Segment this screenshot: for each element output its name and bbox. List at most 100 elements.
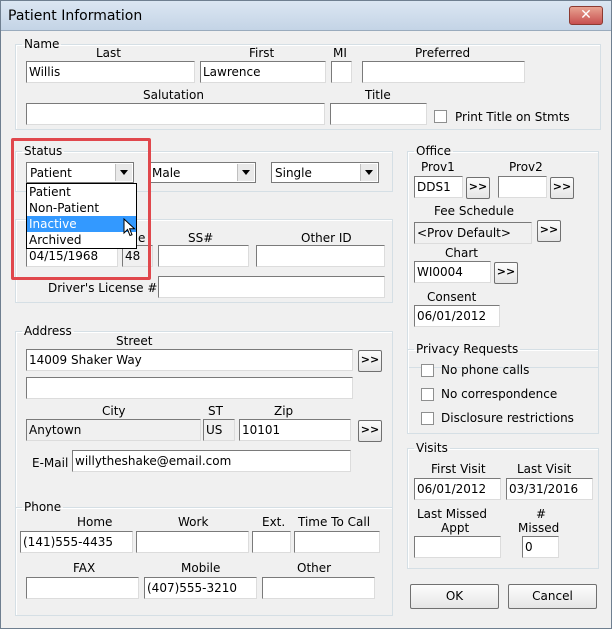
last-name-input[interactable]: Willis [26, 61, 195, 83]
drivers-license-label: Driver's License # [48, 281, 158, 295]
street-more-button[interactable]: >> [358, 350, 382, 372]
last-missed-label: Last Missed [417, 507, 488, 521]
city-label: City [102, 404, 126, 418]
chevron-down-icon[interactable] [237, 164, 254, 181]
consent-label: Consent [427, 290, 477, 304]
consent-input[interactable]: 06/01/2012 [414, 305, 500, 327]
street-line-1-input[interactable]: 14009 Shaker Way [26, 349, 353, 371]
zip-more-button[interactable]: >> [358, 420, 382, 442]
preferred-input[interactable] [362, 61, 525, 83]
no-phone-calls-label: No phone calls [441, 363, 530, 377]
fee-schedule-input[interactable]: <Prov Default> [414, 222, 532, 244]
ext-label: Ext. [262, 515, 286, 529]
gender-select-value: Male [152, 166, 181, 180]
gender-select[interactable]: Male [148, 162, 256, 183]
phone-group-legend: Phone [24, 500, 62, 514]
prov1-more-button[interactable]: >> [466, 177, 490, 199]
visits-group-legend: Visits [416, 441, 448, 455]
street-line-2-input[interactable] [26, 377, 353, 399]
name-group-legend: Name [24, 37, 60, 51]
city-input[interactable]: Anytown [26, 419, 201, 441]
ext-input[interactable] [252, 531, 291, 553]
other-id-input[interactable] [256, 245, 385, 267]
state-input[interactable]: US [203, 419, 235, 441]
age-label: e [138, 231, 146, 245]
first-name-input[interactable]: Lawrence [200, 61, 326, 83]
status-group-legend: Status [24, 144, 63, 158]
mobile-phone-input[interactable]: (407)555-3210 [144, 577, 257, 599]
home-phone-input[interactable]: (141)555-4435 [20, 531, 133, 553]
first-visit-label: First Visit [431, 462, 486, 476]
ss-input[interactable] [158, 245, 249, 267]
fax-label: FAX [73, 561, 96, 575]
prov2-label: Prov2 [509, 160, 543, 174]
home-phone-label: Home [77, 515, 113, 529]
last-visit-input[interactable]: 03/31/2016 [506, 478, 593, 500]
prov2-input[interactable] [498, 176, 547, 198]
no-phone-calls-checkbox[interactable] [421, 364, 434, 377]
preferred-label: Preferred [415, 46, 471, 60]
missed-count-input[interactable]: 0 [522, 536, 559, 558]
salutation-label: Salutation [143, 88, 204, 102]
status-option-non-patient[interactable]: Non-Patient [27, 200, 136, 216]
chevron-down-icon[interactable] [115, 164, 132, 181]
other-phone-input[interactable] [262, 577, 375, 599]
first-name-label: First [249, 46, 275, 60]
dialog-body: Name Last Willis First Lawrence MI Prefe… [1, 31, 611, 628]
print-title-checkbox[interactable] [434, 110, 447, 123]
title-input[interactable] [330, 103, 427, 125]
mi-input[interactable] [331, 61, 352, 83]
zip-label: Zip [274, 404, 294, 418]
prov2-more-button[interactable]: >> [550, 177, 574, 199]
fax-input[interactable] [26, 577, 139, 599]
status-option-archived[interactable]: Archived [27, 232, 136, 248]
work-phone-input[interactable] [136, 531, 249, 553]
no-correspondence-checkbox[interactable] [421, 388, 434, 401]
mobile-phone-label: Mobile [181, 561, 221, 575]
prov1-label: Prov1 [421, 160, 455, 174]
marital-status-select-value: Single [275, 166, 312, 180]
fee-schedule-more-button[interactable]: >> [537, 220, 561, 242]
mi-label: MI [333, 46, 347, 60]
salutation-input[interactable] [26, 103, 325, 125]
email-label: E-Mail [32, 456, 69, 470]
street-label: Street [116, 334, 153, 348]
chart-more-button[interactable]: >> [494, 262, 518, 284]
last-visit-label: Last Visit [517, 462, 572, 476]
status-dropdown-list: Patient Non-Patient Inactive Archived [26, 183, 137, 249]
email-input[interactable]: willytheshake@email.com [72, 450, 351, 472]
status-option-patient[interactable]: Patient [27, 184, 136, 200]
time-to-call-input[interactable] [294, 531, 380, 553]
chart-input[interactable]: WI0004 [414, 261, 491, 283]
zip-input[interactable]: 10101 [239, 419, 351, 441]
office-group-legend: Office [416, 144, 452, 158]
drivers-license-input[interactable] [158, 276, 385, 298]
other-id-label: Other ID [301, 231, 352, 245]
first-visit-input[interactable]: 06/01/2012 [414, 478, 501, 500]
disclosure-restrictions-checkbox[interactable] [421, 412, 434, 425]
work-phone-label: Work [178, 515, 209, 529]
prov1-input[interactable]: DDS1 [414, 176, 463, 198]
privacy-requests-legend: Privacy Requests [416, 342, 519, 356]
status-option-inactive[interactable]: Inactive [27, 216, 136, 232]
chevron-down-icon[interactable] [360, 164, 377, 181]
title-bar[interactable]: Patient Information ✕ [1, 1, 611, 31]
chart-label: Chart [445, 246, 478, 260]
ok-button[interactable]: OK [410, 584, 499, 609]
last-missed-appt-input[interactable] [414, 536, 501, 558]
ss-label: SS# [188, 231, 214, 245]
mouse-pointer-icon [123, 218, 136, 237]
last-missed-appt-label: Appt [441, 521, 470, 535]
patient-information-window: Patient Information ✕ Name Last Willis F… [0, 0, 612, 629]
print-title-label: Print Title on Stmts [455, 110, 570, 124]
other-phone-label: Other [297, 561, 332, 575]
cancel-button[interactable]: Cancel [508, 584, 597, 609]
status-select-value: Patient [30, 166, 72, 180]
close-button[interactable]: ✕ [569, 6, 603, 25]
status-select[interactable]: Patient [26, 162, 134, 183]
title-label: Title [365, 88, 391, 102]
last-name-label: Last [96, 46, 121, 60]
st-label: ST [208, 404, 223, 418]
marital-status-select[interactable]: Single [271, 162, 379, 183]
disclosure-restrictions-label: Disclosure restrictions [441, 411, 574, 425]
